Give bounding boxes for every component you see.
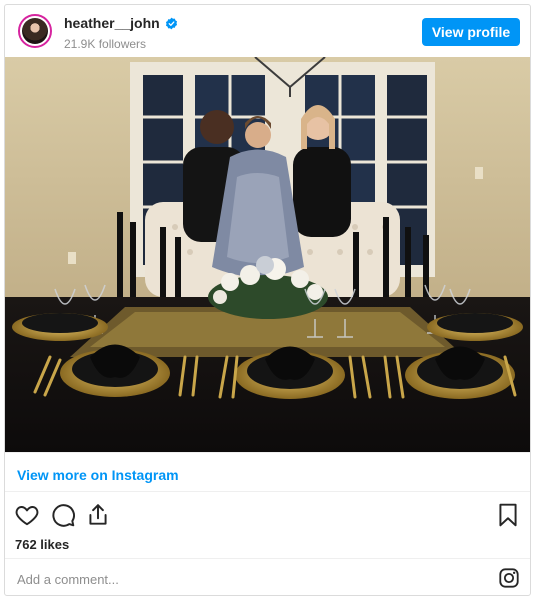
user-info: heather__john 21.9K followers	[64, 15, 178, 51]
share-icon[interactable]	[85, 502, 111, 528]
comment-input[interactable]	[15, 568, 459, 590]
avatar[interactable]	[18, 14, 52, 48]
view-profile-button[interactable]: View profile	[422, 18, 520, 46]
username-row[interactable]: heather__john	[64, 15, 178, 31]
post-header: heather__john 21.9K followers View profi…	[5, 5, 530, 57]
action-bar	[5, 502, 530, 530]
bookmark-icon[interactable]	[495, 502, 521, 528]
comment-bar	[5, 558, 530, 595]
avatar-image	[22, 18, 48, 44]
post-photo[interactable]	[5, 57, 530, 452]
verified-badge-icon	[165, 17, 177, 29]
comment-icon[interactable]	[50, 502, 76, 528]
divider	[5, 452, 530, 453]
view-more-link[interactable]: View more on Instagram	[17, 467, 179, 483]
divider	[5, 491, 530, 492]
heart-icon[interactable]	[14, 502, 40, 528]
photo-illustration	[5, 57, 530, 452]
username[interactable]: heather__john	[64, 15, 160, 31]
like-count[interactable]: 762 likes	[15, 537, 69, 552]
follower-count: 21.9K followers	[64, 37, 147, 51]
instagram-embed-card: heather__john 21.9K followers View profi…	[4, 4, 531, 596]
instagram-logo-icon[interactable]	[498, 567, 520, 589]
